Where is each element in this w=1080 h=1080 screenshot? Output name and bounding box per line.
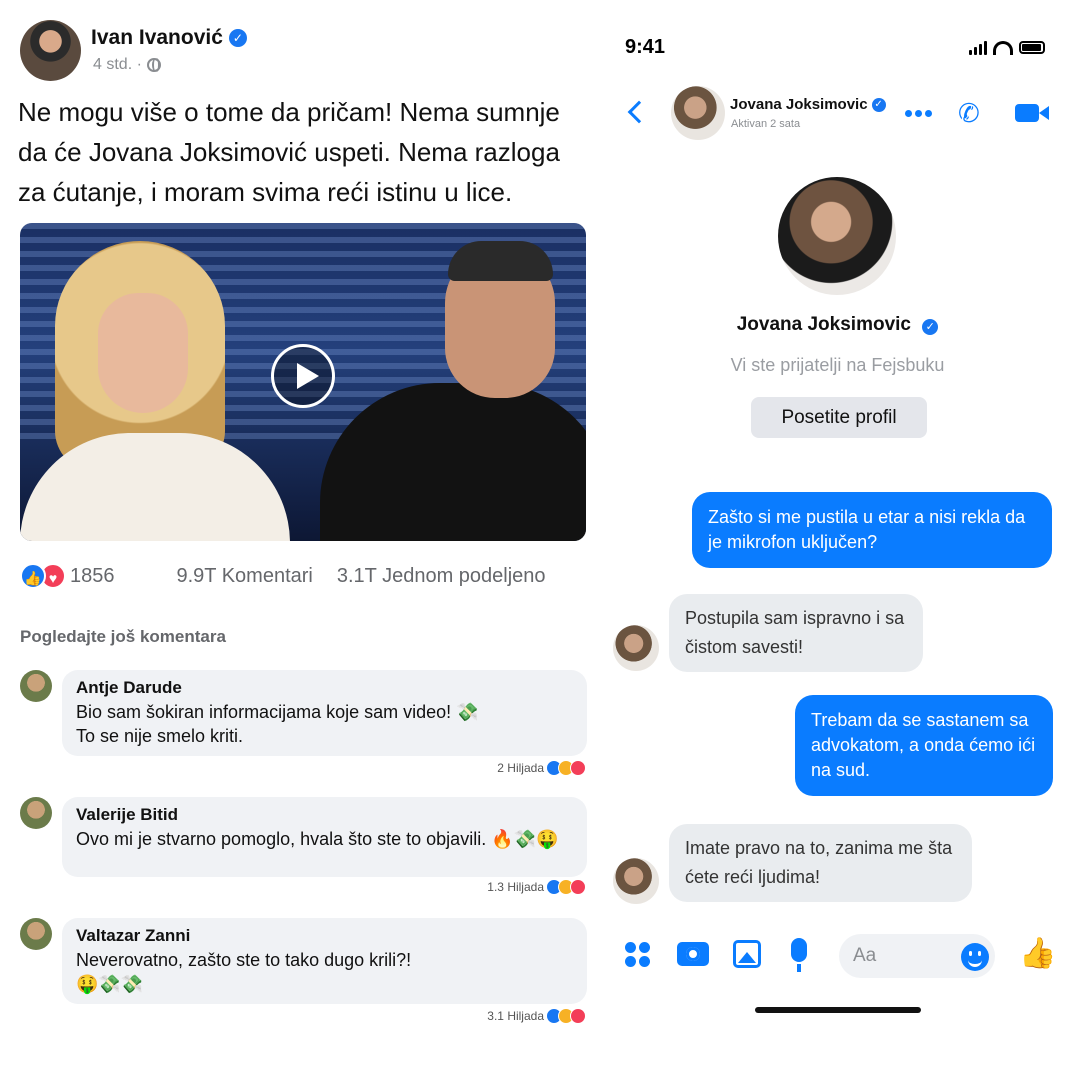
post-stats: 👍 ♥ 1856 9.9T Komentari 3.1T Jednom pode… — [20, 563, 590, 589]
verified-badge-icon: ✓ — [871, 97, 886, 112]
gallery-icon[interactable] — [733, 940, 761, 968]
profile-avatar[interactable] — [778, 177, 896, 295]
comment-reaction-count[interactable]: 3.1 Hiljada — [487, 1009, 544, 1023]
visit-profile-button[interactable]: Posetite profil — [751, 397, 927, 438]
chat-header: Jovana Joksimovic ✓ Aktivan 2 sata ✆ — [605, 84, 1060, 144]
message-incoming[interactable]: Imate pravo na to, zanima me šta ćete re… — [669, 824, 972, 902]
author-avatar[interactable] — [20, 20, 81, 81]
friends-note: Vi ste prijatelji na Fejsbuku — [730, 355, 945, 375]
message-composer: 👍 — [605, 930, 1060, 980]
commenter-name[interactable]: Valerije Bitid — [76, 805, 573, 825]
post-header: Ivan Ivanović ✓ 4 std. · — [20, 20, 247, 81]
status-time: 9:41 — [625, 36, 666, 58]
contact-status: Aktivan 2 sata — [731, 118, 801, 130]
message-outgoing[interactable]: Trebam da se sastanem sa advokatom, a on… — [795, 695, 1053, 796]
video-camera-icon[interactable] — [1015, 104, 1049, 122]
comment: Valerije Bitid Ovo mi je stvarno pomoglo… — [20, 797, 590, 897]
verified-badge-icon: ✓ — [228, 29, 247, 47]
comment-reaction-count[interactable]: 1.3 Hiljada — [487, 880, 544, 894]
like-reaction-icon: 👍 — [20, 563, 46, 589]
comment-reaction-count[interactable]: 2 Hiljada — [497, 761, 544, 775]
apps-grid-icon[interactable] — [625, 942, 651, 968]
globe-icon — [146, 58, 161, 72]
message-outgoing[interactable]: Zašto si me pustila u etar a nisi rekla … — [692, 492, 1052, 568]
contact-avatar[interactable] — [671, 86, 725, 140]
battery-icon — [1019, 41, 1045, 54]
reactions-count[interactable]: 1856 — [70, 565, 115, 588]
comment: Antje Darude Bio sam šokiran informacija… — [20, 670, 590, 778]
phone-icon[interactable]: ✆ — [958, 98, 988, 128]
thumbs-up-icon[interactable]: 👍 — [1019, 936, 1056, 971]
comment-reactions-icon — [546, 1008, 586, 1024]
comment-bubble: Valtazar Zanni Neverovatno, zašto ste to… — [62, 918, 587, 1004]
post-text: Ne mogu više o tome da pričam! Nema sumn… — [18, 97, 560, 207]
messenger-screen: 9:41 Jovana Joksimovic ✓ Aktivan 2 sata … — [605, 22, 1060, 1032]
more-comments-link[interactable]: Pogledajte još komentara — [20, 627, 226, 647]
author-name[interactable]: Ivan Ivanović — [91, 26, 223, 50]
sender-avatar[interactable] — [613, 625, 659, 671]
comment-reactions-icon — [546, 760, 586, 776]
signal-icon — [967, 40, 987, 55]
chevron-left-icon[interactable] — [627, 100, 651, 124]
commenter-avatar[interactable] — [20, 797, 52, 829]
comment-text: Ovo mi je stvarno pomoglo, hvala što ste… — [76, 829, 559, 849]
emoji-icon[interactable] — [961, 943, 989, 971]
commenter-avatar[interactable] — [20, 670, 52, 702]
commenter-name[interactable]: Valtazar Zanni — [76, 926, 573, 946]
commenter-avatar[interactable] — [20, 918, 52, 950]
status-bar: 9:41 — [625, 36, 1045, 59]
commenter-name[interactable]: Antje Darude — [76, 678, 573, 698]
comment-bubble: Antje Darude Bio sam šokiran informacija… — [62, 670, 587, 756]
more-dots-icon[interactable] — [905, 110, 935, 117]
sender-avatar[interactable] — [613, 858, 659, 904]
comment-reactions-icon — [546, 879, 586, 895]
contact-name[interactable]: Jovana Joksimovic — [730, 96, 868, 113]
facebook-post: Ivan Ivanović ✓ 4 std. · Ne mogu više o … — [0, 0, 605, 1080]
microphone-icon[interactable] — [791, 938, 807, 972]
verified-badge-icon: ✓ — [922, 319, 939, 335]
message-incoming[interactable]: Postupila sam ispravno i sa čistom saves… — [669, 594, 923, 672]
comment-text: Neverovatno, zašto ste to tako dugo kril… — [76, 950, 412, 994]
camera-icon[interactable] — [677, 942, 709, 966]
profile-name: Jovana Joksimovic — [736, 314, 911, 335]
comment-bubble: Valerije Bitid Ovo mi je stvarno pomoglo… — [62, 797, 587, 877]
play-icon[interactable] — [271, 344, 335, 408]
shares-count[interactable]: 3.1T Jednom podeljeno — [337, 565, 546, 588]
post-timestamp[interactable]: 4 std. · — [93, 56, 142, 74]
comments-count[interactable]: 9.9T Komentari — [177, 565, 313, 588]
home-indicator — [755, 1007, 921, 1013]
comment: Valtazar Zanni Neverovatno, zašto ste to… — [20, 918, 590, 1030]
video-player[interactable] — [20, 223, 586, 541]
wifi-icon — [993, 40, 1013, 55]
comment-text: Bio sam šokiran informacijama koje sam v… — [76, 702, 479, 746]
